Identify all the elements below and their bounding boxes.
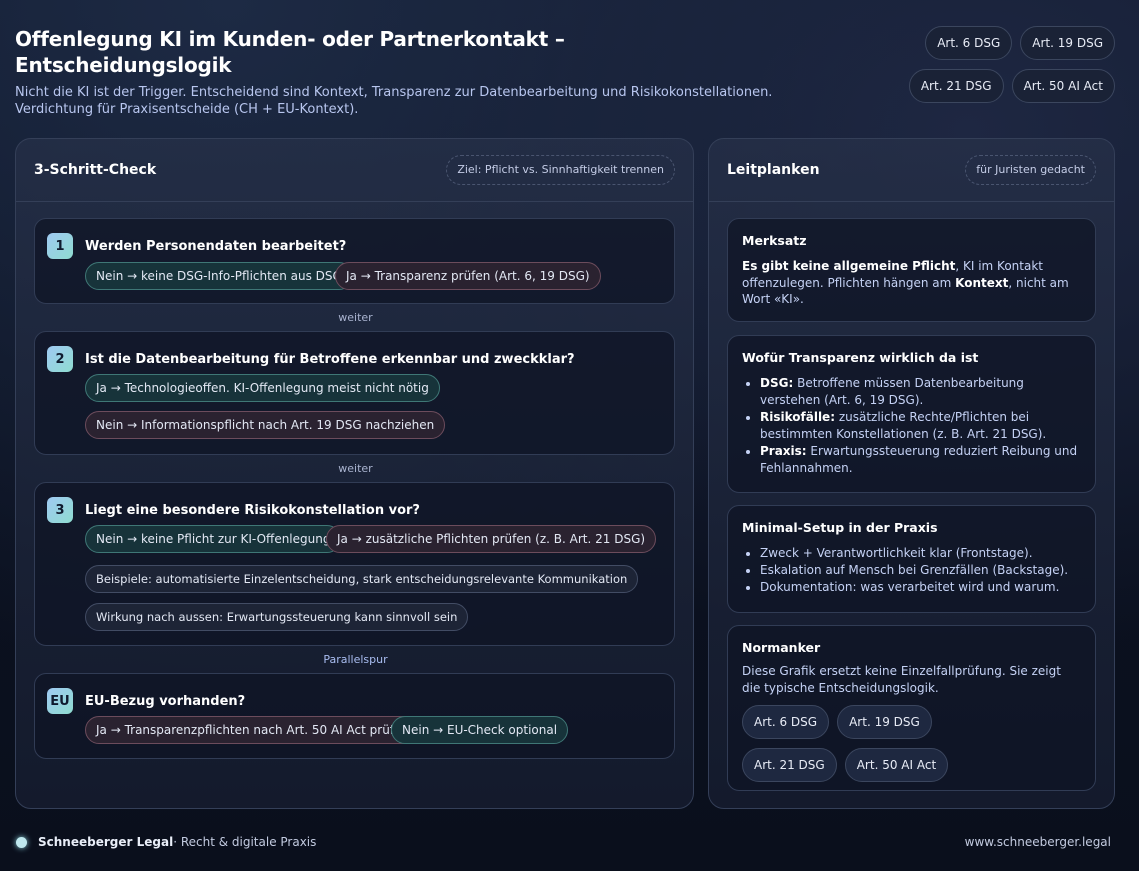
footer-brand: Schneeberger Legal · Recht & digitale Pr… (16, 835, 316, 849)
step-3-yes-outcome: Ja → zusätzliche Pflichten prüfen (z. B.… (326, 525, 657, 553)
list-item: Eskalation auf Mensch bei Grenzfällen (B… (760, 562, 1081, 579)
normanker-card: Normanker Diese Grafik ersetzt keine Ein… (727, 625, 1096, 791)
step-number-badge: 1 (47, 233, 73, 259)
card-title: Wofür Transparenz wirklich da ist (742, 350, 979, 365)
panel-title: Leitplanken (727, 162, 820, 178)
badge-art-21-dsg: Art. 21 DSG (908, 69, 1004, 103)
merksatz-emphasis-2: Kontext (955, 275, 1009, 290)
brand-tagline: · Recht & digitale Praxis (173, 835, 317, 849)
connector-weiter-1: weiter (338, 311, 373, 324)
step-1-header: 1 Werden Personendaten bearbeitet? (47, 233, 346, 259)
normanker-text: Diese Grafik ersetzt keine Einzelfallprü… (742, 664, 1061, 695)
step-number-badge: EU (47, 688, 73, 714)
minimal-setup-card: Minimal-Setup in der Praxis Zweck + Vera… (727, 505, 1096, 613)
step-3-examples-note: Beispiele: automatisierte Einzelentschei… (85, 565, 639, 593)
transparenz-list: DSG: Betroffene müssen Datenbearbeitung … (742, 375, 1081, 477)
merksatz-card: Merksatz Es gibt keine allgemeine Pflich… (727, 218, 1096, 322)
normanker-badges: Art. 6 DSG Art. 19 DSG Art. 21 DSG Art. … (742, 705, 1032, 782)
brand-dot-icon (16, 836, 27, 848)
step-question: Ist die Datenbearbeitung für Betroffene … (85, 351, 575, 367)
panel-header: Leitplanken für Juristen gedacht (709, 139, 1114, 202)
step-1-box: 1 Werden Personendaten bearbeitet? Nein … (34, 218, 675, 304)
step-3-box: 3 Liegt eine besondere Risikokonstellati… (34, 482, 675, 646)
subtitle-line-2: Verdichtung für Praxisentscheide (CH + E… (15, 102, 359, 117)
card-title: Minimal-Setup in der Praxis (742, 520, 938, 535)
subtitle-line-1: Nicht die KI ist der Trigger. Entscheide… (15, 85, 773, 100)
step-1-no-outcome: Nein → keine DSG-Info-Pflichten aus DSG (85, 262, 353, 290)
badge-art-50-ai-act: Art. 50 AI Act (844, 748, 949, 782)
item-label: Risikofälle: (760, 410, 835, 424)
list-item: Dokumentation: was verarbeitet wird und … (760, 579, 1081, 596)
step-2-header: 2 Ist die Datenbearbeitung für Betroffen… (47, 346, 575, 372)
connector-weiter-2: weiter (338, 462, 373, 475)
list-item: Praxis: Erwartungssteuerung reduziert Re… (760, 443, 1081, 477)
badge-art-19-dsg: Art. 19 DSG (1020, 26, 1115, 60)
panel-title: 3-Schritt-Check (34, 162, 157, 178)
item-label: Praxis: (760, 444, 807, 458)
footer-url: www.schneeberger.legal (964, 835, 1111, 849)
step-question: EU-Bezug vorhanden? (85, 693, 246, 709)
step-number-badge: 3 (47, 497, 73, 523)
panel-header: 3-Schritt-Check Ziel: Pflicht vs. Sinnha… (16, 139, 693, 202)
list-item: Zweck + Verantwortlichkeit klar (Frontst… (760, 545, 1081, 562)
badge-art-19-dsg: Art. 19 DSG (837, 705, 932, 739)
step-2-yes-outcome: Ja → Technologieoffen. KI-Offenlegung me… (85, 374, 440, 402)
three-step-check-panel: 3-Schritt-Check Ziel: Pflicht vs. Sinnha… (15, 138, 694, 809)
list-item: DSG: Betroffene müssen Datenbearbeitung … (760, 375, 1081, 409)
leitplanken-panel: Leitplanken für Juristen gedacht Merksat… (708, 138, 1115, 809)
brand-name: Schneeberger Legal (38, 835, 174, 849)
step-3-no-outcome: Nein → keine Pflicht zur KI-Offenlegung (85, 525, 342, 553)
badge-art-50-ai-act: Art. 50 AI Act (1011, 69, 1115, 103)
goal-pill: Ziel: Pflicht vs. Sinnhaftigkeit trennen (446, 155, 675, 185)
transparenz-card: Wofür Transparenz wirklich da ist DSG: B… (727, 335, 1096, 493)
header-norm-badges: Art. 6 DSG Art. 19 DSG Art. 21 DSG Art. … (855, 26, 1115, 103)
card-title: Merksatz (742, 233, 807, 248)
step-eu-yes-outcome: Ja → Transparenzpflichten nach Art. 50 A… (85, 716, 421, 744)
item-text: Betroffene müssen Datenbearbeitung verst… (760, 376, 1024, 407)
step-1-yes-outcome: Ja → Transparenz prüfen (Art. 6, 19 DSG) (335, 262, 601, 290)
step-number-badge: 2 (47, 346, 73, 372)
badge-art-6-dsg: Art. 6 DSG (742, 705, 830, 739)
step-3-effect-note: Wirkung nach aussen: Erwartungssteuerung… (85, 603, 469, 631)
header: Offenlegung KI im Kunden- oder Partnerko… (15, 26, 775, 118)
step-3-header: 3 Liegt eine besondere Risikokonstellati… (47, 497, 420, 523)
item-label: DSG: (760, 376, 794, 390)
page-title: Offenlegung KI im Kunden- oder Partnerko… (15, 27, 565, 77)
page-subtitle: Nicht die KI ist der Trigger. Entscheide… (15, 84, 775, 118)
badge-art-21-dsg: Art. 21 DSG (742, 748, 837, 782)
setup-list: Zweck + Verantwortlichkeit klar (Frontst… (742, 545, 1081, 596)
connector-parallelspur: Parallelspur (323, 653, 388, 666)
merksatz-text: Es gibt keine allgemeine Pflicht, KI im … (742, 258, 1081, 308)
item-text: Erwartungssteuerung reduziert Reibung un… (760, 444, 1078, 475)
list-item: Risikofälle: zusätzliche Rechte/Pflichte… (760, 409, 1081, 443)
step-2-no-outcome: Nein → Informationspflicht nach Art. 19 … (85, 411, 446, 439)
step-2-box: 2 Ist die Datenbearbeitung für Betroffen… (34, 331, 675, 455)
step-question: Liegt eine besondere Risikokonstellation… (85, 502, 420, 518)
badge-art-6-dsg: Art. 6 DSG (925, 26, 1013, 60)
step-eu-header: EU EU-Bezug vorhanden? (47, 688, 245, 714)
step-eu-no-outcome: Nein → EU-Check optional (391, 716, 569, 744)
step-eu-box: EU EU-Bezug vorhanden? Ja → Transparenzp… (34, 673, 675, 759)
step-question: Werden Personendaten bearbeitet? (85, 238, 347, 254)
card-title: Normanker (742, 640, 821, 655)
audience-pill: für Juristen gedacht (965, 155, 1096, 185)
merksatz-emphasis-1: Es gibt keine allgemeine Pflicht (742, 259, 956, 273)
